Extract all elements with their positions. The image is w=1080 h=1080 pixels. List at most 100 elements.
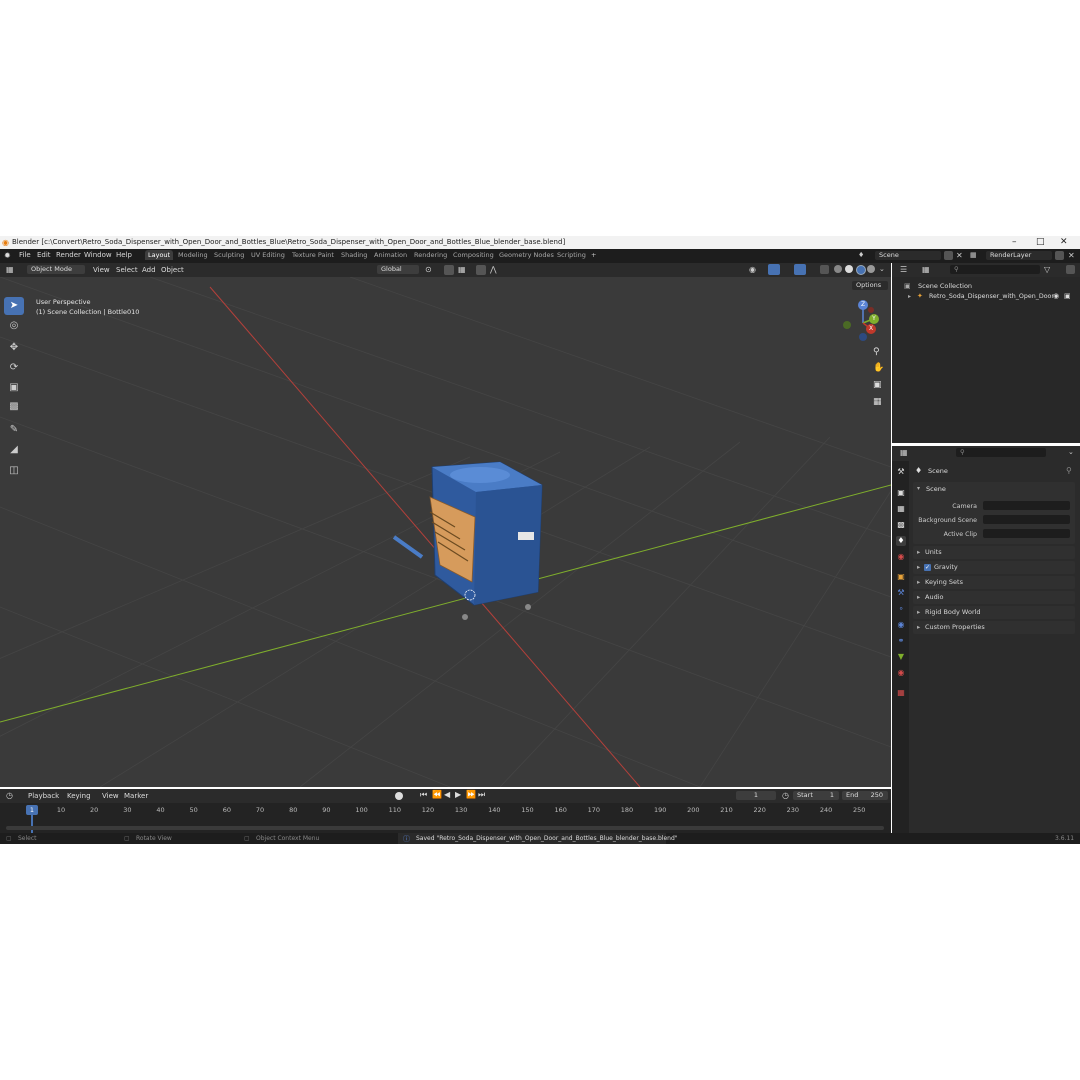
tab-animation[interactable]: Animation [374, 251, 407, 259]
outliner-search-input[interactable]: ⚲ [950, 265, 1040, 274]
snap-target-icon[interactable]: ▦ [458, 265, 466, 274]
start-frame-field[interactable]: Start 1 [793, 791, 839, 800]
constraints-tab-icon[interactable]: ⚭ [896, 636, 906, 646]
tab-compositing[interactable]: Compositing [453, 251, 494, 259]
snap-icon[interactable] [444, 265, 454, 275]
ortho-toggle-icon[interactable]: ▦ [873, 397, 882, 407]
texture-tab-icon[interactable]: ▦ [896, 688, 906, 698]
scale-tool-icon[interactable]: ▣ [4, 379, 24, 397]
add-cube-tool-icon[interactable]: ◫ [4, 462, 24, 480]
material-preview-icon[interactable] [856, 265, 866, 275]
blender-menu-icon[interactable]: ✹ [4, 251, 11, 260]
tab-rendering[interactable]: Rendering [414, 251, 447, 259]
viewport-menu-add[interactable]: Add [142, 266, 156, 274]
move-tool-icon[interactable]: ✥ [4, 339, 24, 357]
gizmo-toggle-icon[interactable] [768, 264, 780, 275]
modifier-tab-icon[interactable]: ⚒ [896, 588, 906, 598]
soda-dispenser-model[interactable] [380, 457, 580, 637]
properties-options-icon[interactable]: ⌄ [1068, 448, 1074, 456]
gravity-checkbox[interactable]: ✓ [924, 564, 931, 571]
select-box-tool-icon[interactable]: ➤ [4, 297, 24, 315]
particles-tab-icon[interactable]: ∘ [896, 604, 906, 614]
3d-viewport[interactable]: User Perspective (1) Scene Collection | … [0, 277, 891, 787]
audio-section[interactable]: ▸ Audio [913, 591, 1075, 604]
xray-toggle-icon[interactable] [820, 265, 829, 274]
timeline-menu-keying[interactable]: Keying [67, 792, 91, 800]
camera-field[interactable] [983, 501, 1070, 510]
menu-file[interactable]: File [19, 251, 31, 259]
display-mode-icon[interactable]: ▦ [922, 265, 930, 274]
visibility-icon[interactable]: ◉ [749, 265, 756, 274]
physics-tab-icon[interactable]: ◉ [896, 620, 906, 630]
maximize-icon[interactable]: □ [1036, 237, 1045, 247]
play-reverse-icon[interactable]: ◀ [444, 790, 450, 799]
render-tab-icon[interactable]: ▣ [896, 488, 906, 498]
keying-sets-section[interactable]: ▸ Keying Sets [913, 576, 1075, 589]
jump-end-icon[interactable]: ⏭ [478, 790, 485, 800]
gravity-section[interactable]: ▸ ✓ Gravity [913, 561, 1075, 574]
rigid-body-world-section[interactable]: ▸ Rigid Body World [913, 606, 1075, 619]
transform-orientation-selector[interactable]: Global [377, 265, 419, 274]
timeline-menu-playback[interactable]: Playback [28, 792, 59, 800]
viewport-menu-object[interactable]: Object [161, 266, 184, 274]
menu-edit[interactable]: Edit [37, 251, 51, 259]
pin-icon[interactable]: ⚲ [1066, 466, 1072, 475]
timeline-menu-marker[interactable]: Marker [124, 792, 148, 800]
overlay-toggle-icon[interactable] [794, 264, 806, 275]
scene-panel-title[interactable]: Scene [926, 485, 946, 493]
menu-window[interactable]: Window [84, 251, 112, 259]
record-icon[interactable] [395, 792, 403, 800]
output-tab-icon[interactable]: ▦ [896, 504, 906, 514]
delete-view-layer-icon[interactable]: ✕ [1068, 251, 1075, 260]
mode-selector[interactable]: Object Mode [27, 265, 85, 274]
new-view-layer-icon[interactable] [1055, 251, 1064, 260]
gizmo-y-axis[interactable]: Y [869, 314, 879, 324]
outliner-editor-type-icon[interactable]: ☰ [900, 265, 907, 274]
tab-layout[interactable]: Layout [145, 250, 174, 260]
background-scene-field[interactable] [983, 515, 1070, 524]
measure-tool-icon[interactable]: ◢ [4, 441, 24, 459]
playhead[interactable]: 1 [26, 805, 38, 815]
pan-hand-icon[interactable]: ✋ [873, 363, 884, 373]
scene-tab-icon[interactable]: ♦ [896, 536, 906, 546]
render-camera-icon[interactable]: ▣ [1064, 292, 1071, 300]
tab-geometry-nodes[interactable]: Geometry Nodes [499, 251, 554, 259]
timeline-editor-type-icon[interactable]: ◷ [6, 791, 13, 800]
expand-arrow-icon[interactable]: ▸ [908, 293, 911, 300]
transform-tool-icon[interactable]: ▩ [4, 398, 24, 416]
timeline-menu-view[interactable]: View [102, 792, 119, 800]
tab-sculpting[interactable]: Sculpting [214, 251, 244, 259]
jump-start-icon[interactable]: ⏮ [420, 790, 427, 800]
end-frame-field[interactable]: End 250 [842, 791, 888, 800]
custom-properties-section[interactable]: ▸ Custom Properties [913, 621, 1075, 634]
viewport-options-dropdown[interactable]: Options [852, 281, 888, 290]
data-tab-icon[interactable]: ▼ [896, 652, 906, 662]
outliner-item[interactable]: Retro_Soda_Dispenser_with_Open_Door [929, 293, 1054, 300]
properties-editor-type-icon[interactable]: ▦ [900, 448, 908, 457]
tab-modeling[interactable]: Modeling [178, 251, 208, 259]
cursor-tool-icon[interactable]: ◎ [4, 317, 24, 335]
stopwatch-icon[interactable]: ◷ [782, 791, 789, 800]
scene-selector[interactable]: Scene [875, 251, 941, 260]
minimize-icon[interactable]: – [1012, 237, 1017, 247]
close-icon[interactable]: ✕ [1060, 237, 1068, 247]
proportional-editing-icon[interactable] [476, 265, 486, 275]
tab-scripting[interactable]: Scripting [557, 251, 586, 259]
rotate-tool-icon[interactable]: ⟳ [4, 359, 24, 377]
viewport-menu-select[interactable]: Select [116, 266, 138, 274]
add-workspace-icon[interactable]: + [591, 251, 596, 259]
viewport-menu-view[interactable]: View [93, 266, 110, 274]
menu-help[interactable]: Help [116, 251, 132, 259]
view-layer-tab-icon[interactable]: ▩ [896, 520, 906, 530]
outliner-root[interactable]: Scene Collection [918, 282, 972, 290]
units-section[interactable]: ▸ Units [913, 546, 1075, 559]
collapse-arrow-icon[interactable]: ▾ [917, 485, 920, 492]
tab-uv-editing[interactable]: UV Editing [251, 251, 285, 259]
visibility-eye-icon[interactable]: ◉ [1053, 292, 1059, 300]
world-tab-icon[interactable]: ◉ [896, 552, 906, 562]
timeline-scrollbar[interactable] [6, 826, 884, 830]
menu-render[interactable]: Render [56, 251, 81, 259]
shading-options-icon[interactable]: ⌄ [879, 265, 885, 273]
zoom-icon[interactable]: ⚲ [873, 347, 880, 357]
filter-icon[interactable]: ▽ [1044, 265, 1050, 274]
